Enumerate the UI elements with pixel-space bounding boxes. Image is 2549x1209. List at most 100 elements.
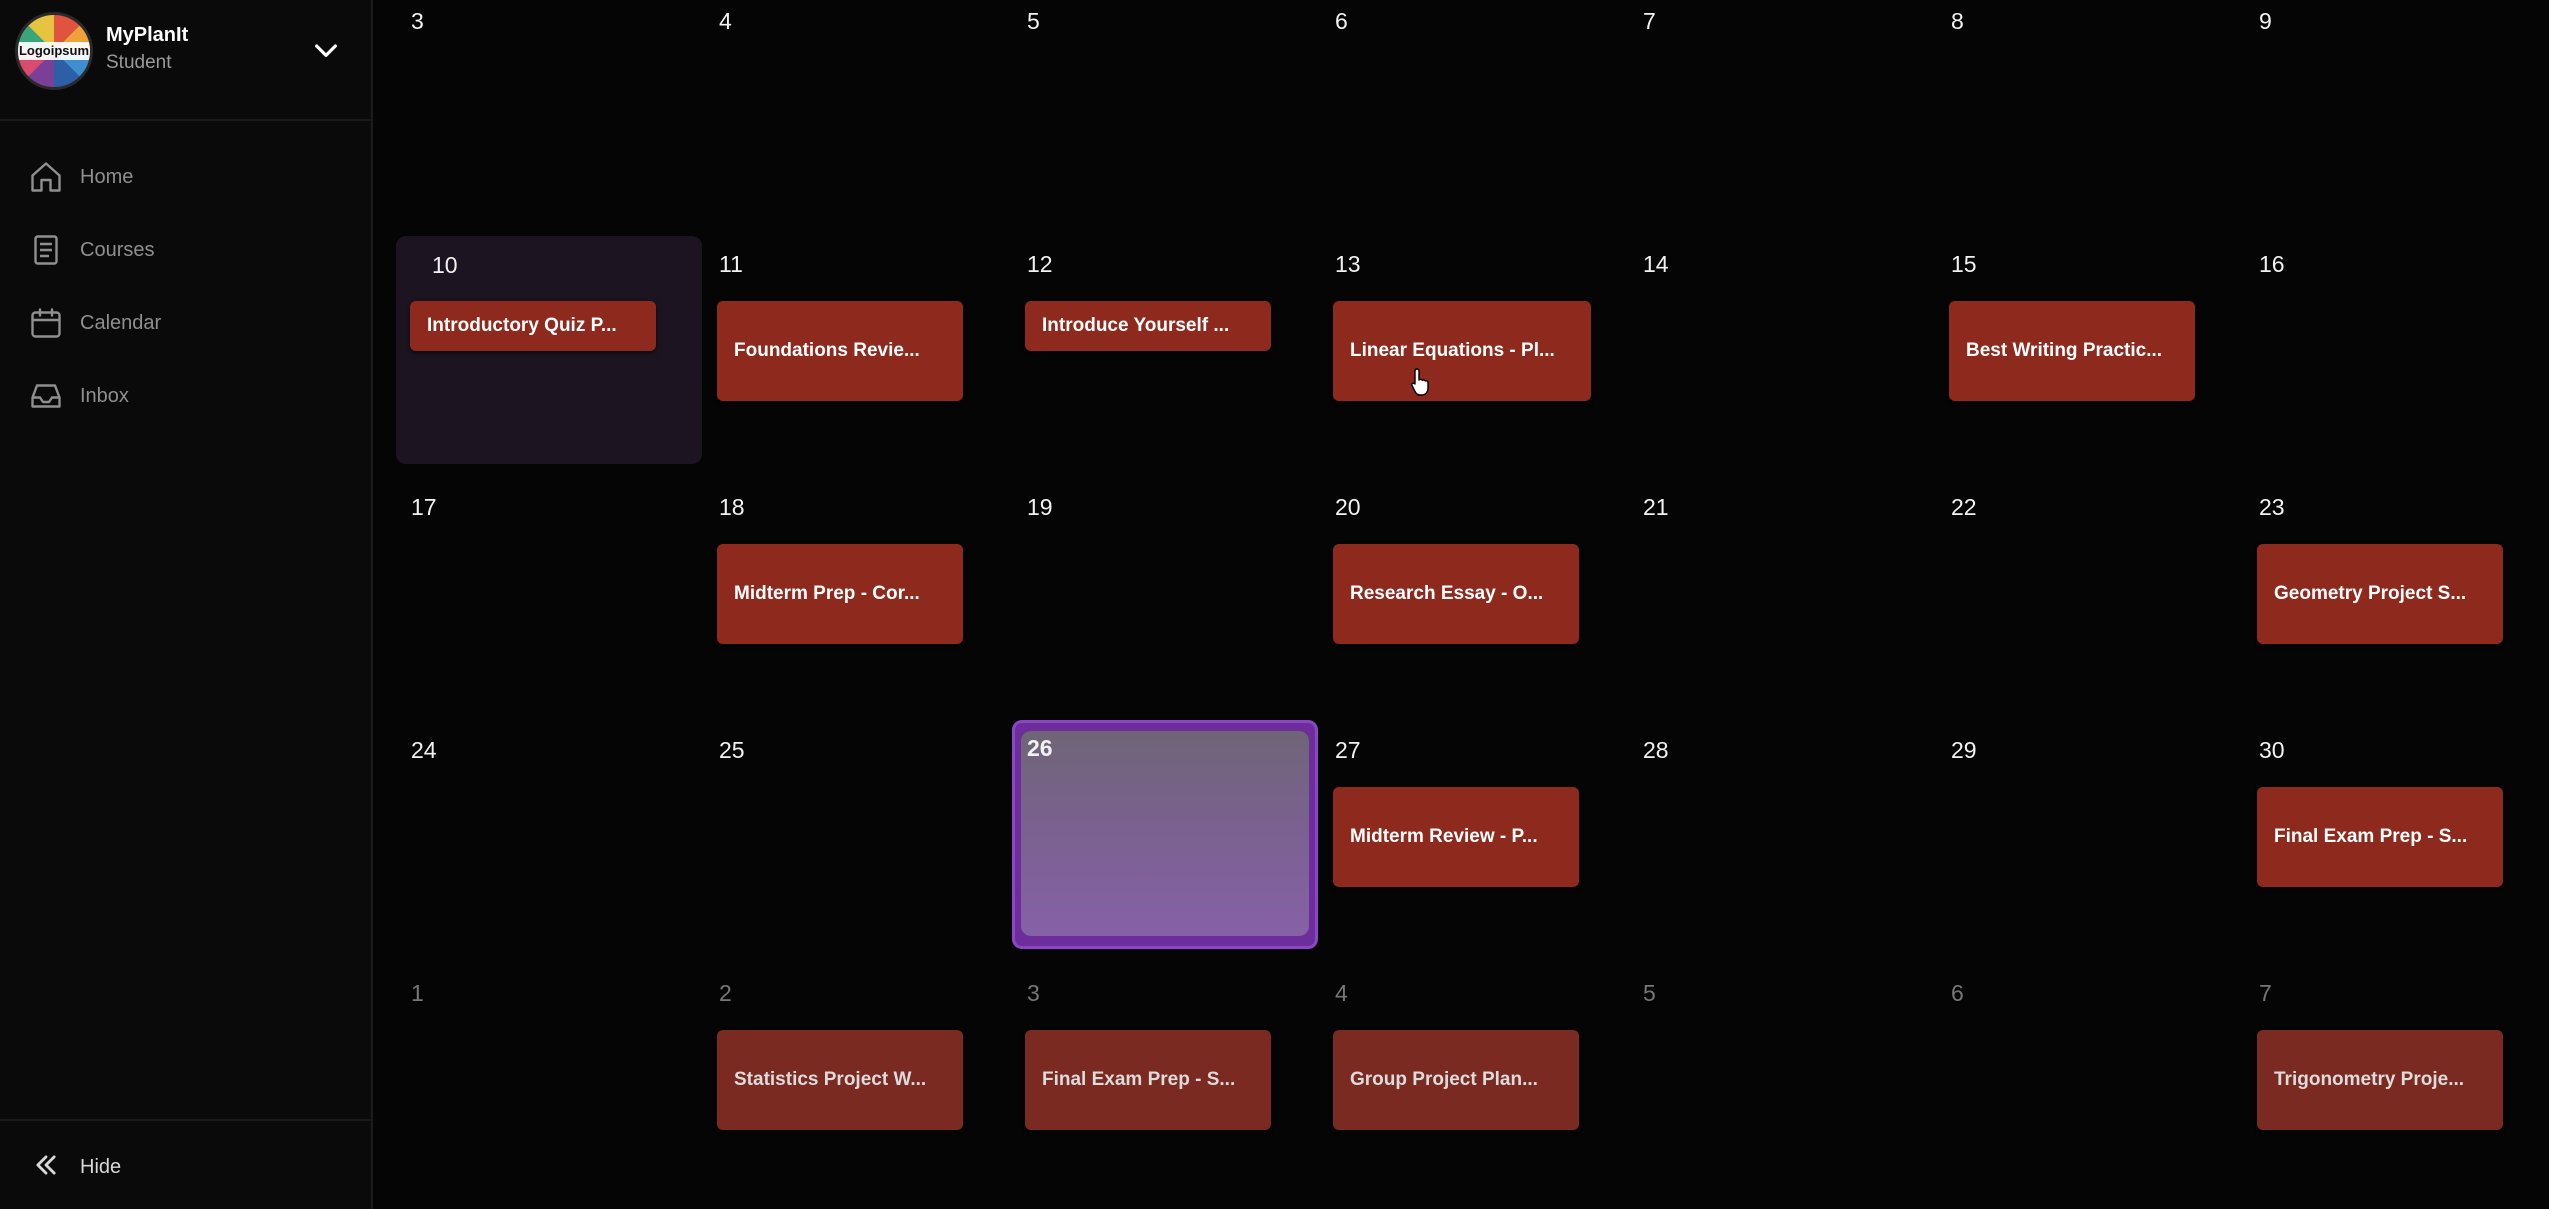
account-switcher[interactable]: Logoipsum MyPlanIt Student — [0, 0, 371, 121]
day-number: 7 — [1643, 8, 1656, 34]
day-number: 23 — [2259, 494, 2285, 520]
calendar-icon — [31, 308, 61, 338]
calendar-day[interactable]: 24 — [376, 729, 672, 957]
calendar-day[interactable]: 1 — [376, 972, 672, 1200]
calendar-day[interactable]: 3 — [376, 0, 672, 228]
day-number: 14 — [1643, 251, 1669, 277]
day-number: 7 — [2259, 980, 2272, 1006]
calendar-day[interactable]: 18 Midterm Prep - Cor... — [684, 486, 980, 714]
day-number: 25 — [719, 737, 745, 763]
calendar-day[interactable]: 12 Introduce Yourself ... — [992, 243, 1288, 471]
day-number: 3 — [1027, 980, 1040, 1006]
hand-pointer-icon — [1411, 368, 1429, 396]
calendar-day[interactable]: 16 — [2224, 243, 2520, 471]
sidebar-item-home[interactable]: Home — [0, 146, 371, 206]
event-card[interactable]: Midterm Prep - Cor... — [717, 544, 963, 644]
calendar-day[interactable]: 22 — [1916, 486, 2212, 714]
app-name: MyPlanIt — [106, 24, 189, 46]
day-number: 24 — [411, 737, 437, 763]
day-number: 20 — [1335, 494, 1361, 520]
sidebar-item-inbox[interactable]: Inbox — [0, 365, 371, 425]
event-card[interactable]: Best Writing Practic... — [1949, 301, 2195, 401]
event-card[interactable]: Final Exam Prep - S... — [1025, 1030, 1271, 1130]
calendar-day[interactable]: 11 Foundations Revie... — [684, 243, 980, 471]
calendar-day[interactable]: 2 Statistics Project W... — [684, 972, 980, 1200]
sidebar-item-calendar[interactable]: Calendar — [0, 292, 371, 352]
day-number: 5 — [1643, 980, 1656, 1006]
calendar-day[interactable]: 4 Group Project Plan... — [1300, 972, 1596, 1200]
event-card[interactable]: Trigonometry Proje... — [2257, 1030, 2503, 1130]
event-card[interactable]: Foundations Revie... — [717, 301, 963, 401]
sidebar: Logoipsum MyPlanIt Student Home Courses … — [0, 0, 373, 1209]
calendar-day[interactable]: 14 — [1608, 243, 1904, 471]
hide-sidebar-button[interactable]: Hide — [0, 1119, 371, 1209]
day-number: 3 — [411, 8, 424, 34]
day-number: 22 — [1951, 494, 1977, 520]
calendar-day[interactable]: 10 Introductory Quiz P... — [396, 236, 702, 464]
sidebar-item-label: Home — [80, 166, 134, 188]
logo-text: Logoipsum — [18, 42, 90, 60]
day-number: 11 — [719, 251, 743, 277]
day-number: 13 — [1335, 251, 1361, 277]
calendar-grid: 3 4 5 6 7 8 9 10 Introductory Quiz P... … — [376, 0, 2549, 1209]
day-number: 4 — [719, 8, 732, 34]
calendar-day[interactable]: 20 Research Essay - O... — [1300, 486, 1596, 714]
day-number: 30 — [2259, 737, 2285, 763]
event-card[interactable]: Midterm Review - P... — [1333, 787, 1579, 887]
calendar-day[interactable]: 25 — [684, 729, 980, 957]
inbox-icon — [31, 384, 61, 408]
day-number: 9 — [2259, 8, 2272, 34]
day-number: 6 — [1951, 980, 1964, 1006]
day-number: 1 — [411, 980, 424, 1006]
calendar-day[interactable]: 28 — [1608, 729, 1904, 957]
double-chevron-left-icon — [36, 1155, 56, 1175]
event-card[interactable]: Introductory Quiz P... — [410, 301, 656, 351]
event-preview-blurred — [1021, 731, 1309, 936]
calendar-day[interactable]: 5 — [992, 0, 1288, 228]
calendar-day[interactable]: 8 — [1916, 0, 2212, 228]
sidebar-item-courses[interactable]: Courses — [0, 219, 371, 279]
chevron-down-icon[interactable] — [310, 34, 342, 66]
day-number: 29 — [1951, 737, 1977, 763]
sidebar-item-label: Calendar — [80, 312, 162, 334]
calendar-day-today[interactable]: 26 — [1012, 720, 1318, 949]
calendar-day[interactable]: 9 — [2224, 0, 2520, 228]
event-card[interactable]: Linear Equations - Pl... — [1333, 301, 1591, 401]
day-number: 6 — [1335, 8, 1348, 34]
hide-label: Hide — [80, 1156, 122, 1178]
sidebar-item-label: Courses — [80, 239, 155, 261]
logo: Logoipsum — [15, 12, 93, 90]
day-number: 26 — [1027, 735, 1053, 761]
event-card[interactable]: Introduce Yourself ... — [1025, 301, 1271, 351]
calendar-day[interactable]: 17 — [376, 486, 672, 714]
day-number: 28 — [1643, 737, 1669, 763]
calendar-day[interactable]: 23 Geometry Project S... — [2224, 486, 2520, 714]
calendar-day[interactable]: 7 Trigonometry Proje... — [2224, 972, 2520, 1200]
calendar-day[interactable]: 29 — [1916, 729, 2212, 957]
day-number: 15 — [1951, 251, 1977, 277]
day-number: 18 — [719, 494, 745, 520]
calendar-day[interactable]: 21 — [1608, 486, 1904, 714]
calendar-day[interactable]: 7 — [1608, 0, 1904, 228]
calendar-day[interactable]: 5 — [1608, 972, 1904, 1200]
calendar-day[interactable]: 6 — [1300, 0, 1596, 228]
event-card[interactable]: Final Exam Prep - S... — [2257, 787, 2503, 887]
event-card[interactable]: Group Project Plan... — [1333, 1030, 1579, 1130]
event-card[interactable]: Geometry Project S... — [2257, 544, 2503, 644]
calendar-day[interactable]: 4 — [684, 0, 980, 228]
calendar-day[interactable]: 15 Best Writing Practic... — [1916, 243, 2212, 471]
sidebar-item-label: Inbox — [80, 385, 129, 407]
event-card[interactable]: Research Essay - O... — [1333, 544, 1579, 644]
calendar-day[interactable]: 13 Linear Equations - Pl... — [1300, 243, 1596, 471]
day-number: 2 — [719, 980, 732, 1006]
calendar-day[interactable]: 19 — [992, 486, 1288, 714]
day-number: 19 — [1027, 494, 1053, 520]
calendar-day[interactable]: 30 Final Exam Prep - S... — [2224, 729, 2520, 957]
day-number: 17 — [411, 494, 437, 520]
event-card[interactable]: Statistics Project W... — [717, 1030, 963, 1130]
day-number: 21 — [1643, 494, 1669, 520]
calendar-day[interactable]: 3 Final Exam Prep - S... — [992, 972, 1288, 1200]
day-number: 12 — [1027, 251, 1053, 277]
calendar-day[interactable]: 27 Midterm Review - P... — [1300, 729, 1596, 957]
calendar-day[interactable]: 6 — [1916, 972, 2212, 1200]
